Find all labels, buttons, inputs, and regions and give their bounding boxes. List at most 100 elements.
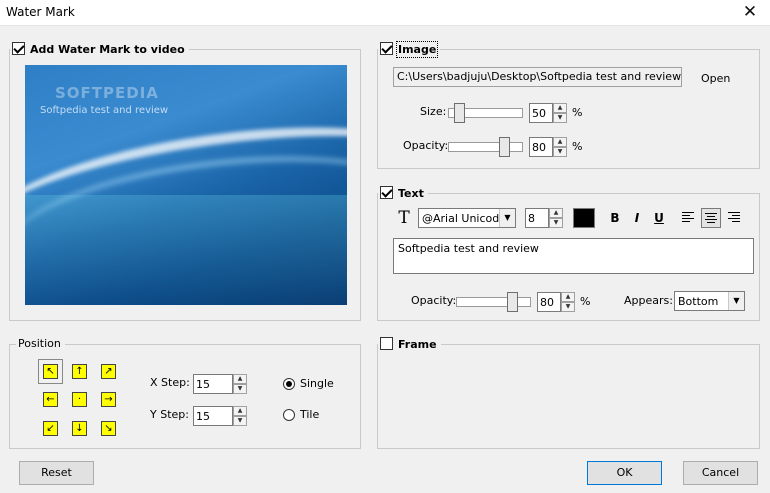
xstep-down-icon[interactable]: ▼ bbox=[233, 384, 247, 394]
text-opacity-value[interactable]: 80 bbox=[537, 292, 561, 312]
single-radio[interactable] bbox=[283, 378, 295, 390]
watermark-legend[interactable]: Add Water Mark to video bbox=[10, 42, 189, 57]
position-center-button[interactable]: · bbox=[72, 392, 87, 407]
watermark-label: Add Water Mark to video bbox=[30, 43, 185, 56]
close-icon[interactable]: ✕ bbox=[740, 2, 760, 22]
font-size-value[interactable]: 8 bbox=[525, 208, 549, 228]
font-size-down-icon[interactable]: ▼ bbox=[549, 218, 563, 228]
text-opacity-thumb[interactable] bbox=[507, 292, 518, 312]
position-down-left-button[interactable]: ↙ bbox=[43, 421, 58, 436]
window-title: Water Mark bbox=[6, 5, 75, 19]
size-slider[interactable] bbox=[448, 103, 523, 123]
preview-watermark-logo: SOFTPEDIA bbox=[55, 84, 159, 102]
size-percent: % bbox=[572, 106, 583, 119]
image-label: Image bbox=[395, 41, 439, 58]
text-opacity-slider[interactable] bbox=[456, 292, 531, 312]
image-legend[interactable]: Image bbox=[378, 41, 441, 58]
xstep-up-icon[interactable]: ▲ bbox=[233, 374, 247, 384]
image-opacity-up-icon[interactable]: ▲ bbox=[553, 137, 567, 147]
font-select-value: @Arial Unicode bbox=[422, 212, 507, 225]
size-down-icon[interactable]: ▼ bbox=[553, 113, 567, 123]
text-opacity-percent: % bbox=[580, 295, 591, 308]
ystep-up-icon[interactable]: ▲ bbox=[233, 406, 247, 416]
image-opacity-label: Opacity: bbox=[403, 139, 449, 152]
text-label: Text bbox=[398, 187, 424, 200]
size-slider-thumb[interactable] bbox=[454, 103, 465, 123]
cancel-button[interactable]: Cancel bbox=[683, 461, 758, 485]
single-label[interactable]: Single bbox=[300, 377, 334, 390]
text-checkbox[interactable] bbox=[380, 186, 393, 199]
xstep-value[interactable]: 15 bbox=[193, 374, 233, 394]
font-size-up-icon[interactable]: ▲ bbox=[549, 208, 563, 218]
ok-button[interactable]: OK bbox=[587, 461, 662, 485]
text-group: Text T @Arial Unicode ▼ 8 ▲ ▼ B I U Softp… bbox=[377, 186, 760, 321]
align-left-button[interactable] bbox=[678, 208, 698, 228]
watermark-checkbox[interactable] bbox=[12, 42, 25, 55]
position-up-left-button[interactable]: ↖ bbox=[38, 359, 63, 384]
image-opacity-percent: % bbox=[572, 140, 583, 153]
watermark-group: Add Water Mark to video SOFTPEDIA Softpe… bbox=[9, 42, 361, 321]
position-right-button[interactable]: → bbox=[101, 392, 116, 407]
ystep-value[interactable]: 15 bbox=[193, 406, 233, 426]
reset-button[interactable]: Reset bbox=[19, 461, 94, 485]
position-left-button[interactable]: ← bbox=[43, 392, 58, 407]
align-right-icon bbox=[728, 212, 740, 222]
frame-legend[interactable]: Frame bbox=[378, 337, 441, 352]
align-center-button[interactable] bbox=[701, 208, 721, 228]
font-size-spinner[interactable]: 8 ▲ ▼ bbox=[525, 208, 565, 228]
font-select-arrow-icon[interactable]: ▼ bbox=[499, 209, 515, 227]
bold-button[interactable]: B bbox=[605, 208, 625, 228]
xstep-arrows[interactable]: ▲ ▼ bbox=[233, 374, 247, 394]
tile-radio[interactable] bbox=[283, 409, 295, 421]
italic-button[interactable]: I bbox=[627, 208, 647, 228]
font-select[interactable]: @Arial Unicode ▼ bbox=[418, 208, 516, 228]
image-opacity-slider[interactable] bbox=[448, 137, 523, 157]
ystep-arrows[interactable]: ▲ ▼ bbox=[233, 406, 247, 426]
underline-button[interactable]: U bbox=[649, 208, 669, 228]
image-opacity-down-icon[interactable]: ▼ bbox=[553, 147, 567, 157]
text-opacity-arrows[interactable]: ▲ ▼ bbox=[561, 292, 575, 312]
align-right-button[interactable] bbox=[724, 208, 744, 228]
position-up-right-button[interactable]: ↗ bbox=[101, 364, 116, 379]
size-up-icon[interactable]: ▲ bbox=[553, 103, 567, 113]
position-down-button[interactable]: ↓ bbox=[72, 421, 87, 436]
text-color-swatch[interactable] bbox=[573, 208, 595, 228]
image-opacity-arrows[interactable]: ▲ ▼ bbox=[553, 137, 567, 157]
image-path-field[interactable]: C:\Users\badjuju\Desktop\Softpedia test … bbox=[393, 67, 682, 87]
font-icon[interactable]: T bbox=[394, 208, 414, 228]
position-up-button[interactable]: ↑ bbox=[72, 364, 87, 379]
xstep-label: X Step: bbox=[150, 376, 190, 389]
text-opacity-track bbox=[456, 297, 531, 307]
watermark-text-input[interactable]: Softpedia test and review bbox=[393, 238, 754, 274]
ystep-label: Y Step: bbox=[150, 408, 189, 421]
position-legend: Position bbox=[16, 337, 65, 351]
ystep-down-icon[interactable]: ▼ bbox=[233, 416, 247, 426]
position-down-right-button[interactable]: ↘ bbox=[101, 421, 116, 436]
position-group: Position ↖ ↑ ↗ ← · → ↙ ↓ ↘ X Step: 15 ▲ ▼ Y Step:… bbox=[9, 337, 361, 449]
ystep-spinner[interactable]: 15 ▲ ▼ bbox=[193, 406, 253, 426]
size-spinner[interactable]: 50 ▲ ▼ % bbox=[529, 103, 589, 123]
appears-label: Appears: bbox=[624, 294, 673, 307]
align-left-icon bbox=[682, 212, 694, 222]
image-checkbox[interactable] bbox=[380, 42, 393, 55]
size-value[interactable]: 50 bbox=[529, 103, 553, 123]
tile-label[interactable]: Tile bbox=[300, 408, 319, 421]
image-opacity-spinner[interactable]: 80 ▲ ▼ % bbox=[529, 137, 589, 157]
appears-arrow-icon[interactable]: ▼ bbox=[728, 292, 744, 310]
frame-checkbox[interactable] bbox=[380, 337, 393, 350]
size-spinner-arrows[interactable]: ▲ ▼ bbox=[553, 103, 567, 123]
image-opacity-track bbox=[448, 142, 523, 152]
text-opacity-spinner[interactable]: 80 ▲ ▼ % bbox=[537, 292, 597, 312]
text-opacity-down-icon[interactable]: ▼ bbox=[561, 302, 575, 312]
frame-label: Frame bbox=[398, 338, 437, 351]
xstep-spinner[interactable]: 15 ▲ ▼ bbox=[193, 374, 253, 394]
frame-group: Frame bbox=[377, 337, 760, 449]
appears-value: Bottom bbox=[678, 295, 719, 308]
image-opacity-thumb[interactable] bbox=[499, 137, 510, 157]
text-legend[interactable]: Text bbox=[378, 186, 428, 201]
image-opacity-value[interactable]: 80 bbox=[529, 137, 553, 157]
appears-select[interactable]: Bottom ▼ bbox=[674, 291, 745, 311]
open-button[interactable]: Open bbox=[701, 72, 730, 85]
font-size-arrows[interactable]: ▲ ▼ bbox=[549, 208, 563, 228]
text-opacity-up-icon[interactable]: ▲ bbox=[561, 292, 575, 302]
